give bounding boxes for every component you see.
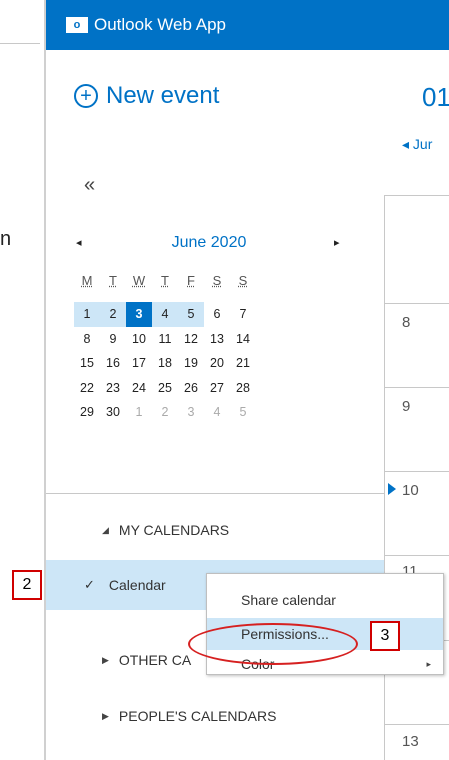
calendar-day-selected[interactable]: 3 — [126, 302, 152, 327]
weekday-label: M — [81, 273, 93, 288]
submenu-arrow-icon: ▸ — [426, 659, 431, 669]
day-view-date: 01 — [422, 82, 449, 112]
weekday-label: W — [132, 273, 146, 288]
calendar-day[interactable]: 1 — [126, 400, 152, 425]
calendar-day[interactable]: 18 — [152, 351, 178, 376]
calendar-day[interactable]: 8 — [74, 327, 100, 352]
hour-label: 13 — [402, 733, 419, 750]
calendar-week: 1 2 3 4 5 6 7 — [74, 302, 256, 327]
calendar-day[interactable]: 10 — [126, 327, 152, 352]
calendar-day[interactable]: 20 — [204, 351, 230, 376]
top-left-border — [0, 0, 40, 44]
current-time-marker-icon — [388, 483, 396, 495]
month-navigation: ◂ June 2020 ▸ — [74, 234, 344, 256]
calendar-day[interactable]: 21 — [230, 351, 256, 376]
calendar-item-label: Calendar — [108, 577, 166, 593]
calendar-week: 8 9 10 11 12 13 14 — [74, 327, 256, 352]
calendar-week: 15 16 17 18 19 20 21 — [74, 351, 256, 376]
calendar-day[interactable]: 4 — [152, 302, 178, 327]
calendar-day[interactable]: 6 — [204, 302, 230, 327]
collapse-pane-icon[interactable]: « — [84, 174, 95, 197]
peoples-calendars-group[interactable]: ▶ PEOPLE'S CALENDARS — [102, 708, 276, 724]
expanded-triangle-icon: ◢ — [102, 524, 109, 535]
hour-divider — [385, 555, 449, 556]
calendar-day[interactable]: 11 — [152, 327, 178, 352]
hour-divider — [385, 471, 449, 472]
calendar-day[interactable]: 28 — [230, 376, 256, 401]
calendar-day[interactable]: 19 — [178, 351, 204, 376]
calendar-day[interactable]: 1 — [74, 302, 100, 327]
month-label[interactable]: June 2020 — [74, 234, 344, 252]
calendar-day[interactable]: 4 — [204, 400, 230, 425]
calendar-day[interactable]: 29 — [74, 400, 100, 425]
peoples-calendars-label: PEOPLE'S CALENDARS — [118, 708, 277, 724]
outlook-logo-icon: o — [66, 17, 88, 33]
hour-divider — [385, 303, 449, 304]
weekday-label: T — [109, 273, 117, 288]
partial-text: n — [0, 228, 12, 250]
weekday-header: M T W T F S S — [74, 273, 256, 288]
new-event-button[interactable]: + New event — [74, 82, 219, 110]
calendar-day[interactable]: 17 — [126, 351, 152, 376]
weekday-label: S — [212, 273, 222, 288]
my-calendars-label: MY CALENDARS — [118, 522, 230, 538]
calendar-week: 29 30 1 2 3 4 5 — [74, 400, 256, 425]
hour-divider — [385, 724, 449, 725]
calendar-day[interactable]: 5 — [230, 400, 256, 425]
annotation-badge-2: 2 — [12, 570, 42, 600]
calendar-day[interactable]: 16 — [100, 351, 126, 376]
calendar-day[interactable]: 9 — [100, 327, 126, 352]
left-margin — [0, 0, 44, 760]
new-event-label: New event — [106, 82, 220, 109]
share-calendar-menu-item[interactable]: Share calendar — [207, 584, 443, 616]
calendar-day[interactable]: 7 — [230, 302, 256, 327]
hour-label: 10 — [402, 482, 419, 499]
hour-label: 8 — [402, 314, 411, 331]
hour-label: 9 — [402, 398, 411, 415]
plus-circle-icon: + — [74, 84, 98, 108]
mini-calendar-grid: 1 2 3 4 5 6 7 8 9 10 11 12 13 14 15 16 1… — [74, 302, 256, 425]
other-calendars-label: OTHER CA — [118, 652, 192, 668]
calendar-day[interactable]: 3 — [178, 400, 204, 425]
weekday-label: T — [161, 273, 169, 288]
calendar-week: 22 23 24 25 26 27 28 — [74, 376, 256, 401]
calendar-day[interactable]: 27 — [204, 376, 230, 401]
collapsed-triangle-icon: ▶ — [102, 654, 109, 665]
hour-divider — [385, 195, 449, 196]
calendar-day[interactable]: 2 — [100, 302, 126, 327]
calendar-day[interactable]: 25 — [152, 376, 178, 401]
calendar-day[interactable]: 2 — [152, 400, 178, 425]
section-divider — [46, 493, 384, 494]
calendar-day[interactable]: 26 — [178, 376, 204, 401]
calendar-day[interactable]: 23 — [100, 376, 126, 401]
hour-divider — [385, 387, 449, 388]
other-calendars-group[interactable]: ▶ OTHER CA — [102, 652, 191, 668]
calendar-day[interactable]: 15 — [74, 351, 100, 376]
calendar-day[interactable]: 13 — [204, 327, 230, 352]
calendar-day[interactable]: 12 — [178, 327, 204, 352]
app-header: o Outlook Web App — [46, 0, 449, 50]
calendar-day[interactable]: 24 — [126, 376, 152, 401]
collapsed-triangle-icon: ▶ — [102, 710, 109, 721]
weekday-label: S — [238, 273, 248, 288]
next-month-icon[interactable]: ▸ — [334, 236, 340, 249]
my-calendars-group[interactable]: ◢ MY CALENDARS — [102, 522, 229, 538]
calendar-day[interactable]: 5 — [178, 302, 204, 327]
calendar-day[interactable]: 30 — [100, 400, 126, 425]
calendar-day[interactable]: 22 — [74, 376, 100, 401]
calendar-day[interactable]: 14 — [230, 327, 256, 352]
annotation-badge-3: 3 — [370, 621, 400, 651]
day-view-month-nav[interactable]: ◂ Jur — [402, 136, 432, 153]
annotation-highlight-oval — [188, 623, 358, 665]
weekday-label: F — [187, 273, 195, 288]
checkmark-icon: ✓ — [84, 577, 95, 592]
app-title: Outlook Web App — [94, 15, 226, 34]
